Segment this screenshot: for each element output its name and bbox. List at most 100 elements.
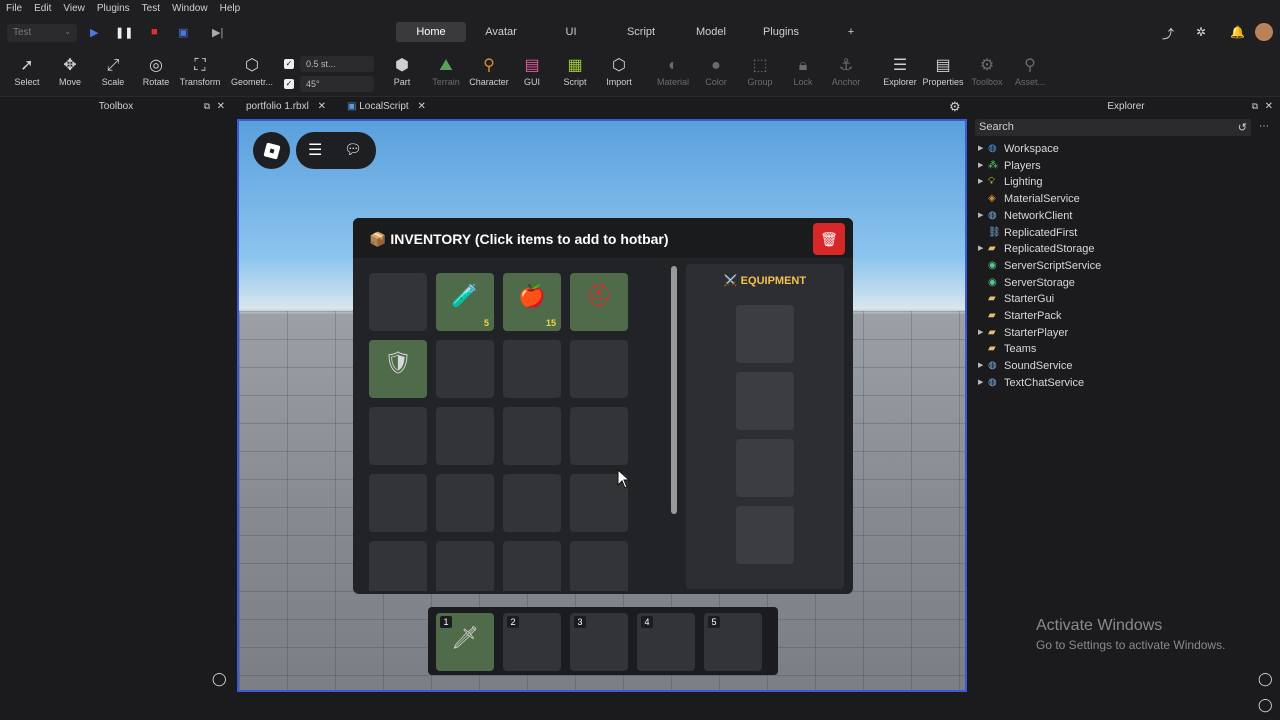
lock-tool[interactable]: 🔒︎ Lock — [780, 55, 826, 87]
tree-item[interactable]: ▶ ▰ ReplicatedStorage — [978, 241, 1101, 258]
scale-tool[interactable]: ⤢ Scale — [90, 55, 136, 87]
inventory-slot[interactable]: 🍎 15 — [503, 273, 561, 331]
pause-icon[interactable]: ❚❚ — [115, 26, 133, 39]
pop-out-icon[interactable]: ⧉ — [1252, 97, 1258, 116]
character-tool[interactable]: ⚲ Character — [466, 55, 512, 87]
chevron-right-icon[interactable]: ▶ — [978, 174, 983, 191]
equipment-slot[interactable] — [736, 305, 794, 363]
properties-toggle[interactable]: ▤ Properties — [920, 55, 966, 87]
tree-item[interactable]: ◉ ServerStorage — [978, 275, 1101, 292]
inventory-scrollbar[interactable] — [671, 266, 677, 514]
more-icon[interactable]: ⋯ — [1259, 121, 1269, 132]
tree-item[interactable]: ▶ ◍ TextChatService — [978, 375, 1101, 392]
color-tool[interactable]: ● Color — [693, 55, 739, 87]
move-snap-value[interactable]: 0.5 st... — [300, 56, 374, 72]
tab-plugins[interactable]: Plugins — [746, 22, 816, 42]
anchor-tool[interactable]: ⚓︎ Anchor — [823, 55, 869, 87]
hotbar-slot[interactable]: 2 — [503, 613, 561, 671]
chat-icon[interactable]: 💬︎ — [344, 141, 362, 158]
chevron-right-icon[interactable]: ▶ — [978, 375, 983, 392]
inventory-slot[interactable] — [369, 474, 427, 532]
share-icon[interactable]: ⤴ — [1162, 25, 1174, 42]
explorer-search-input[interactable]: Search ↺ — [975, 119, 1251, 136]
part-tool[interactable]: ⬢ Part — [379, 55, 425, 87]
inventory-slot[interactable] — [570, 541, 628, 591]
inventory-slot[interactable]: 🧪 5 — [436, 273, 494, 331]
tree-item[interactable]: ▶ ◍ NetworkClient — [978, 208, 1101, 225]
chevron-right-icon[interactable]: ▶ — [978, 325, 983, 342]
settings-icon[interactable]: ⚙ — [949, 99, 961, 115]
play-icon[interactable]: ▶ — [90, 26, 98, 39]
inventory-slot[interactable] — [369, 541, 427, 591]
menu-view[interactable]: View — [57, 3, 91, 14]
geometry-tool[interactable]: ⬡ Geometr... — [229, 55, 275, 87]
menu-file[interactable]: File — [0, 3, 28, 14]
inventory-slot[interactable] — [436, 407, 494, 465]
menu-test[interactable]: Test — [136, 3, 166, 14]
checkbox-icon[interactable]: ✓ — [284, 79, 294, 89]
tree-item[interactable]: ▰ Teams — [978, 341, 1101, 358]
inventory-slot[interactable] — [570, 340, 628, 398]
transform-tool[interactable]: ⛶ Transform — [177, 55, 223, 87]
menu-window[interactable]: Window — [166, 3, 214, 14]
history-icon[interactable]: ↺ — [1238, 121, 1247, 134]
inventory-slot[interactable] — [436, 541, 494, 591]
inventory-slot[interactable] — [436, 474, 494, 532]
import-tool[interactable]: ⬡ Import — [596, 55, 642, 87]
asset-toggle[interactable]: ⚲ Asset... — [1007, 55, 1053, 87]
refresh-icon[interactable]: ◯ — [212, 671, 227, 687]
explorer-toggle[interactable]: ☰ Explorer — [877, 55, 923, 87]
equipment-slot[interactable] — [736, 439, 794, 497]
game-viewport[interactable]: ☰ 💬︎ 📦 INVENTORY (Click items to add to … — [237, 119, 967, 692]
move-snap[interactable]: ✓ 0.5 st... — [284, 56, 374, 72]
notification-icon[interactable]: 🔔 — [1230, 25, 1245, 39]
tree-item[interactable]: ▶ 💡︎ Lighting — [978, 174, 1101, 191]
client-server-icon[interactable]: ▣ — [178, 26, 188, 39]
hamburger-icon[interactable]: ☰ — [308, 140, 322, 160]
inventory-slot[interactable] — [503, 340, 561, 398]
tree-item[interactable]: ▶ ▰ StarterPlayer — [978, 325, 1101, 342]
gui-tool[interactable]: ▤ GUI — [509, 55, 555, 87]
test-mode-select[interactable]: Test ⌄ — [7, 24, 77, 42]
doc-tab-localscript[interactable]: ▣ LocalScript ✕ — [347, 101, 426, 112]
avatar[interactable] — [1255, 23, 1273, 41]
tab-avatar[interactable]: Avatar — [466, 22, 536, 42]
tab-add[interactable]: + — [816, 22, 886, 42]
toolbox-toggle[interactable]: ⚙ Toolbox — [964, 55, 1010, 87]
tree-item[interactable]: ▰ StarterGui — [978, 291, 1101, 308]
rotate-snap[interactable]: ✓ 45° — [284, 76, 374, 92]
stop-icon[interactable]: ■ — [151, 26, 158, 38]
tab-home[interactable]: Home — [396, 22, 466, 42]
chevron-right-icon[interactable]: ▶ — [978, 241, 983, 258]
inventory-close-button[interactable]: 🗑 — [813, 223, 845, 255]
tree-item[interactable]: ▶ ◍ SoundService — [978, 358, 1101, 375]
inventory-slot[interactable]: ⛑ — [570, 273, 628, 331]
rotate-snap-value[interactable]: 45° — [300, 76, 374, 92]
terrain-tool[interactable]: ⛰ Terrain — [423, 55, 469, 87]
close-icon[interactable]: ✕ — [217, 97, 225, 116]
tree-item[interactable]: ▶ ◍ Workspace — [978, 141, 1101, 158]
chevron-right-icon[interactable]: ▶ — [978, 358, 983, 375]
collaborate-icon[interactable]: ✲ — [1196, 25, 1206, 39]
inventory-slot[interactable] — [503, 407, 561, 465]
hotbar-slot[interactable]: 1 🗡 — [436, 613, 494, 671]
hotbar-slot[interactable]: 4 — [637, 613, 695, 671]
tab-ui[interactable]: UI — [536, 22, 606, 42]
inventory-slot[interactable]: 🛡 — [369, 340, 427, 398]
close-icon[interactable]: ✕ — [318, 101, 326, 112]
inventory-slot[interactable] — [503, 541, 561, 591]
chevron-right-icon[interactable]: ▶ — [978, 158, 983, 175]
close-icon[interactable]: ✕ — [1265, 97, 1273, 116]
step-icon[interactable]: ▶| — [212, 26, 223, 39]
select-tool[interactable]: ➚ Select — [4, 55, 50, 87]
material-tool[interactable]: ◐ Material — [650, 55, 696, 87]
inventory-slot[interactable] — [369, 407, 427, 465]
refresh-icon[interactable]: ◯ — [1258, 697, 1273, 713]
chevron-right-icon[interactable]: ▶ — [978, 141, 983, 158]
equipment-slot[interactable] — [736, 506, 794, 564]
tree-item[interactable]: ⛓︎ ReplicatedFirst — [978, 225, 1101, 242]
checkbox-icon[interactable]: ✓ — [284, 59, 294, 69]
hotbar-slot[interactable]: 3 — [570, 613, 628, 671]
roblox-menu-button[interactable] — [253, 132, 290, 169]
doc-tab-place[interactable]: portfolio 1.rbxl ✕ — [246, 101, 326, 112]
